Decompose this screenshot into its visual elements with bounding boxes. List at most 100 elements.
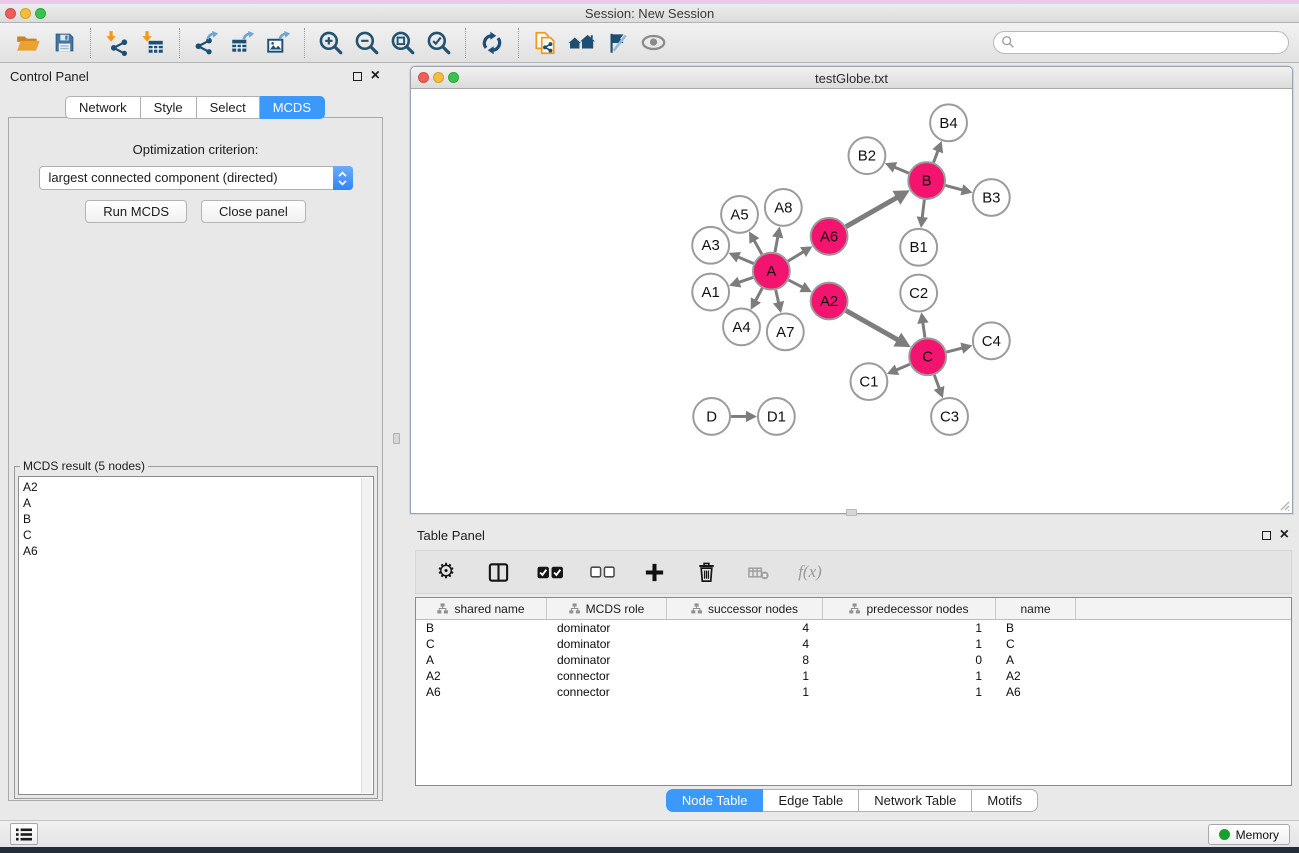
result-item[interactable]: B [23, 511, 373, 527]
column-header-MCDS-role[interactable]: MCDS role [547, 598, 667, 619]
zoom-out-icon[interactable] [349, 27, 385, 59]
graph-edge[interactable] [775, 236, 778, 252]
result-item[interactable]: A [23, 495, 373, 511]
table-cell[interactable]: A6 [996, 684, 1076, 700]
network-canvas[interactable]: AA1A2A3A4A5A6A7A8BB1B2B3B4CC1C2C3C4DD1 [411, 90, 1292, 513]
memory-button[interactable]: Memory [1208, 824, 1290, 845]
table-cell[interactable]: 4 [667, 620, 823, 636]
export-image-icon[interactable] [260, 27, 296, 59]
float-panel-icon[interactable] [353, 72, 362, 81]
graphics-details-icon[interactable] [599, 27, 635, 59]
close-panel-button[interactable]: Close panel [201, 200, 306, 223]
column-header-predecessor-nodes[interactable]: predecessor nodes [823, 598, 996, 619]
tab-select[interactable]: Select [197, 96, 260, 119]
table-cell[interactable]: connector [547, 668, 667, 684]
select-all-icon[interactable] [536, 558, 564, 586]
graph-edge[interactable] [923, 322, 925, 337]
tab-node-table[interactable]: Node Table [666, 789, 764, 812]
deselect-all-icon[interactable] [588, 558, 616, 586]
graph-edge[interactable] [789, 280, 803, 287]
table-cell[interactable]: A [416, 652, 547, 668]
network-view-titlebar[interactable]: testGlobe.txt [411, 67, 1292, 89]
close-table-panel-icon[interactable]: × [1280, 530, 1289, 540]
table-cell[interactable]: C [416, 636, 547, 652]
graph-edge[interactable] [739, 277, 754, 282]
table-cell[interactable]: B [416, 620, 547, 636]
overview-home-icon[interactable] [563, 27, 599, 59]
table-cell[interactable]: C [996, 636, 1076, 652]
copy-network-icon[interactable] [527, 27, 563, 59]
export-network-icon[interactable] [188, 27, 224, 59]
refresh-icon[interactable] [474, 27, 510, 59]
graph-edge[interactable] [738, 257, 754, 264]
graph-edge[interactable] [894, 167, 909, 173]
table-cell[interactable]: 1 [823, 668, 996, 684]
table-cell[interactable]: 1 [823, 636, 996, 652]
table-cell[interactable]: 1 [667, 668, 823, 684]
resize-grip-icon[interactable] [1277, 498, 1290, 511]
graph-edge[interactable] [934, 150, 939, 162]
table-cell[interactable]: 1 [667, 684, 823, 700]
graph-edge[interactable] [755, 288, 762, 301]
table-cell[interactable]: dominator [547, 620, 667, 636]
tab-network-table[interactable]: Network Table [859, 789, 972, 812]
zoom-selected-icon[interactable] [421, 27, 457, 59]
table-cell[interactable]: 1 [823, 684, 996, 700]
graph-edge[interactable] [846, 197, 897, 226]
import-table-icon[interactable] [135, 27, 171, 59]
column-header-shared-name[interactable]: shared name [416, 598, 547, 619]
result-scrollbar[interactable] [361, 478, 372, 793]
export-table-icon[interactable] [224, 27, 260, 59]
table-cell[interactable]: 8 [667, 652, 823, 668]
zoom-fit-icon[interactable] [385, 27, 421, 59]
table-cell[interactable]: connector [547, 684, 667, 700]
result-item[interactable]: C [23, 527, 373, 543]
mcds-result-list[interactable]: A2ABCA6 [18, 476, 374, 795]
open-folder-icon[interactable] [10, 27, 46, 59]
result-item[interactable]: A6 [23, 543, 373, 559]
table-row[interactable]: A2connector11A2 [416, 668, 1291, 684]
task-history-icon[interactable] [10, 823, 38, 845]
graph-edge[interactable] [896, 364, 910, 370]
criterion-dropdown[interactable]: largest connected component (directed) [39, 166, 353, 190]
table-row[interactable]: A6connector11A6 [416, 684, 1291, 700]
dropdown-stepper-icon[interactable] [333, 166, 353, 190]
birds-eye-icon[interactable] [635, 27, 671, 59]
graph-edge[interactable] [776, 290, 779, 303]
graph-edge[interactable] [846, 311, 898, 341]
graph-edge[interactable] [945, 185, 962, 190]
table-cell[interactable]: A2 [416, 668, 547, 684]
settings-gear-icon[interactable]: ⚙ [432, 558, 460, 586]
close-panel-icon[interactable]: × [371, 71, 380, 81]
float-table-panel-icon[interactable] [1262, 531, 1271, 540]
table-cell[interactable]: 1 [823, 620, 996, 636]
graph-edge[interactable] [934, 375, 939, 389]
table-row[interactable]: Adominator80A [416, 652, 1291, 668]
graph-edge[interactable] [754, 240, 762, 254]
column-header-name[interactable]: name [996, 598, 1076, 619]
zoom-in-icon[interactable] [313, 27, 349, 59]
table-cell[interactable]: 4 [667, 636, 823, 652]
graph-edge[interactable] [946, 348, 962, 352]
horizontal-splitter-grip[interactable] [846, 509, 857, 516]
save-icon[interactable] [46, 27, 82, 59]
table-cell[interactable]: dominator [547, 636, 667, 652]
add-column-icon[interactable] [640, 558, 668, 586]
table-row[interactable]: Cdominator41C [416, 636, 1291, 652]
table-cell[interactable]: dominator [547, 652, 667, 668]
tab-style[interactable]: Style [141, 96, 197, 119]
tab-mcds[interactable]: MCDS [260, 96, 325, 119]
table-cell[interactable]: 0 [823, 652, 996, 668]
graph-edge[interactable] [788, 252, 804, 262]
delete-column-icon[interactable] [692, 558, 720, 586]
search-input[interactable] [993, 31, 1289, 54]
table-cell[interactable]: A [996, 652, 1076, 668]
import-network-icon[interactable] [99, 27, 135, 59]
table-cell[interactable]: B [996, 620, 1076, 636]
result-item[interactable]: A2 [23, 479, 373, 495]
run-mcds-button[interactable]: Run MCDS [85, 200, 187, 223]
column-header-successor-nodes[interactable]: successor nodes [667, 598, 823, 619]
graph-edge[interactable] [922, 200, 924, 218]
table-cell[interactable]: A2 [996, 668, 1076, 684]
table-row[interactable]: Bdominator41B [416, 620, 1291, 636]
